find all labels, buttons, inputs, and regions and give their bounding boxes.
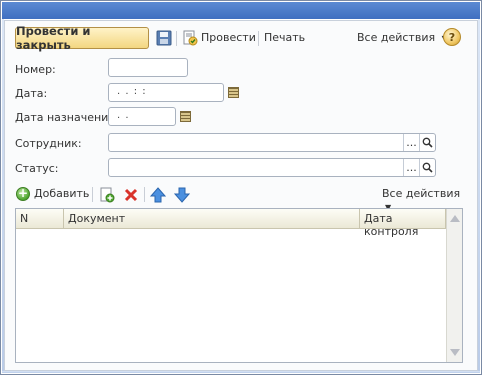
move-up-icon[interactable] <box>150 187 166 203</box>
post-button[interactable]: Провести <box>201 31 256 44</box>
print-button[interactable]: Печать <box>264 31 305 44</box>
calendar-icon <box>227 87 239 98</box>
date-value: . . : : <box>117 86 147 97</box>
all-actions-menu[interactable]: Все действия ▼ <box>357 31 448 44</box>
scroll-up-arrow[interactable] <box>450 215 460 222</box>
assign-date-calendar-button[interactable] <box>176 107 194 126</box>
all-actions-label: Все действия <box>357 31 436 44</box>
number-field[interactable] <box>108 58 188 77</box>
assign-date-field[interactable]: . . <box>108 107 176 126</box>
table-all-actions-label: Все действия <box>382 187 461 200</box>
scroll-down-arrow[interactable] <box>450 349 460 356</box>
number-label: Номер: <box>15 63 56 76</box>
column-header-document[interactable]: Документ <box>64 209 360 229</box>
column-header-control-date[interactable]: Дата контроля <box>360 209 446 238</box>
add-row-button[interactable]: Добавить <box>34 187 89 200</box>
delete-row-icon[interactable] <box>123 187 139 203</box>
save-icon[interactable] <box>156 30 172 46</box>
assign-date-label: Дата назначения: <box>15 111 119 124</box>
status-search-icon[interactable] <box>419 159 435 176</box>
form-client-area: Провести и закрыть Провести Печать Все д… <box>4 20 478 371</box>
employee-field[interactable]: ... <box>108 133 436 152</box>
employee-label: Сотрудник: <box>15 137 82 150</box>
window-frame-bottom <box>2 371 480 373</box>
move-down-icon[interactable] <box>174 187 190 203</box>
post-document-icon <box>183 30 198 46</box>
status-label: Статус: <box>15 162 59 175</box>
column-header-n[interactable]: N <box>16 209 64 229</box>
status-select-button[interactable]: ... <box>403 159 419 176</box>
table-scrollbar[interactable] <box>446 209 462 362</box>
post-and-close-button[interactable]: Провести и закрыть <box>15 24 149 52</box>
toolbar-separator <box>176 31 177 46</box>
toolbar-separator <box>144 187 145 202</box>
title-bar <box>2 2 480 19</box>
table-header: N Документ Дата контроля <box>16 209 462 238</box>
table-toolbar: + Добавить Все действия ▼ <box>15 185 467 212</box>
document-window: Провести и закрыть Провести Печать Все д… <box>0 0 482 375</box>
assign-date-value: . . <box>117 110 130 121</box>
date-label: Дата: <box>15 87 48 100</box>
control-table[interactable]: N Документ Дата контроля <box>15 208 463 363</box>
employee-search-icon[interactable] <box>419 134 435 151</box>
employee-select-button[interactable]: ... <box>403 134 419 151</box>
help-icon[interactable]: ? <box>443 28 461 46</box>
add-icon: + <box>16 186 30 201</box>
date-calendar-button[interactable] <box>224 83 242 102</box>
toolbar-separator <box>258 31 259 46</box>
status-field[interactable]: ... <box>108 158 436 177</box>
date-field[interactable]: . . : : <box>108 83 224 102</box>
window-frame-right <box>478 19 480 373</box>
toolbar-separator <box>92 187 93 202</box>
copy-row-icon[interactable] <box>99 187 115 203</box>
form-toolbar: Провести и закрыть Провести Печать Все д… <box>15 24 467 52</box>
calendar-icon <box>179 111 191 122</box>
